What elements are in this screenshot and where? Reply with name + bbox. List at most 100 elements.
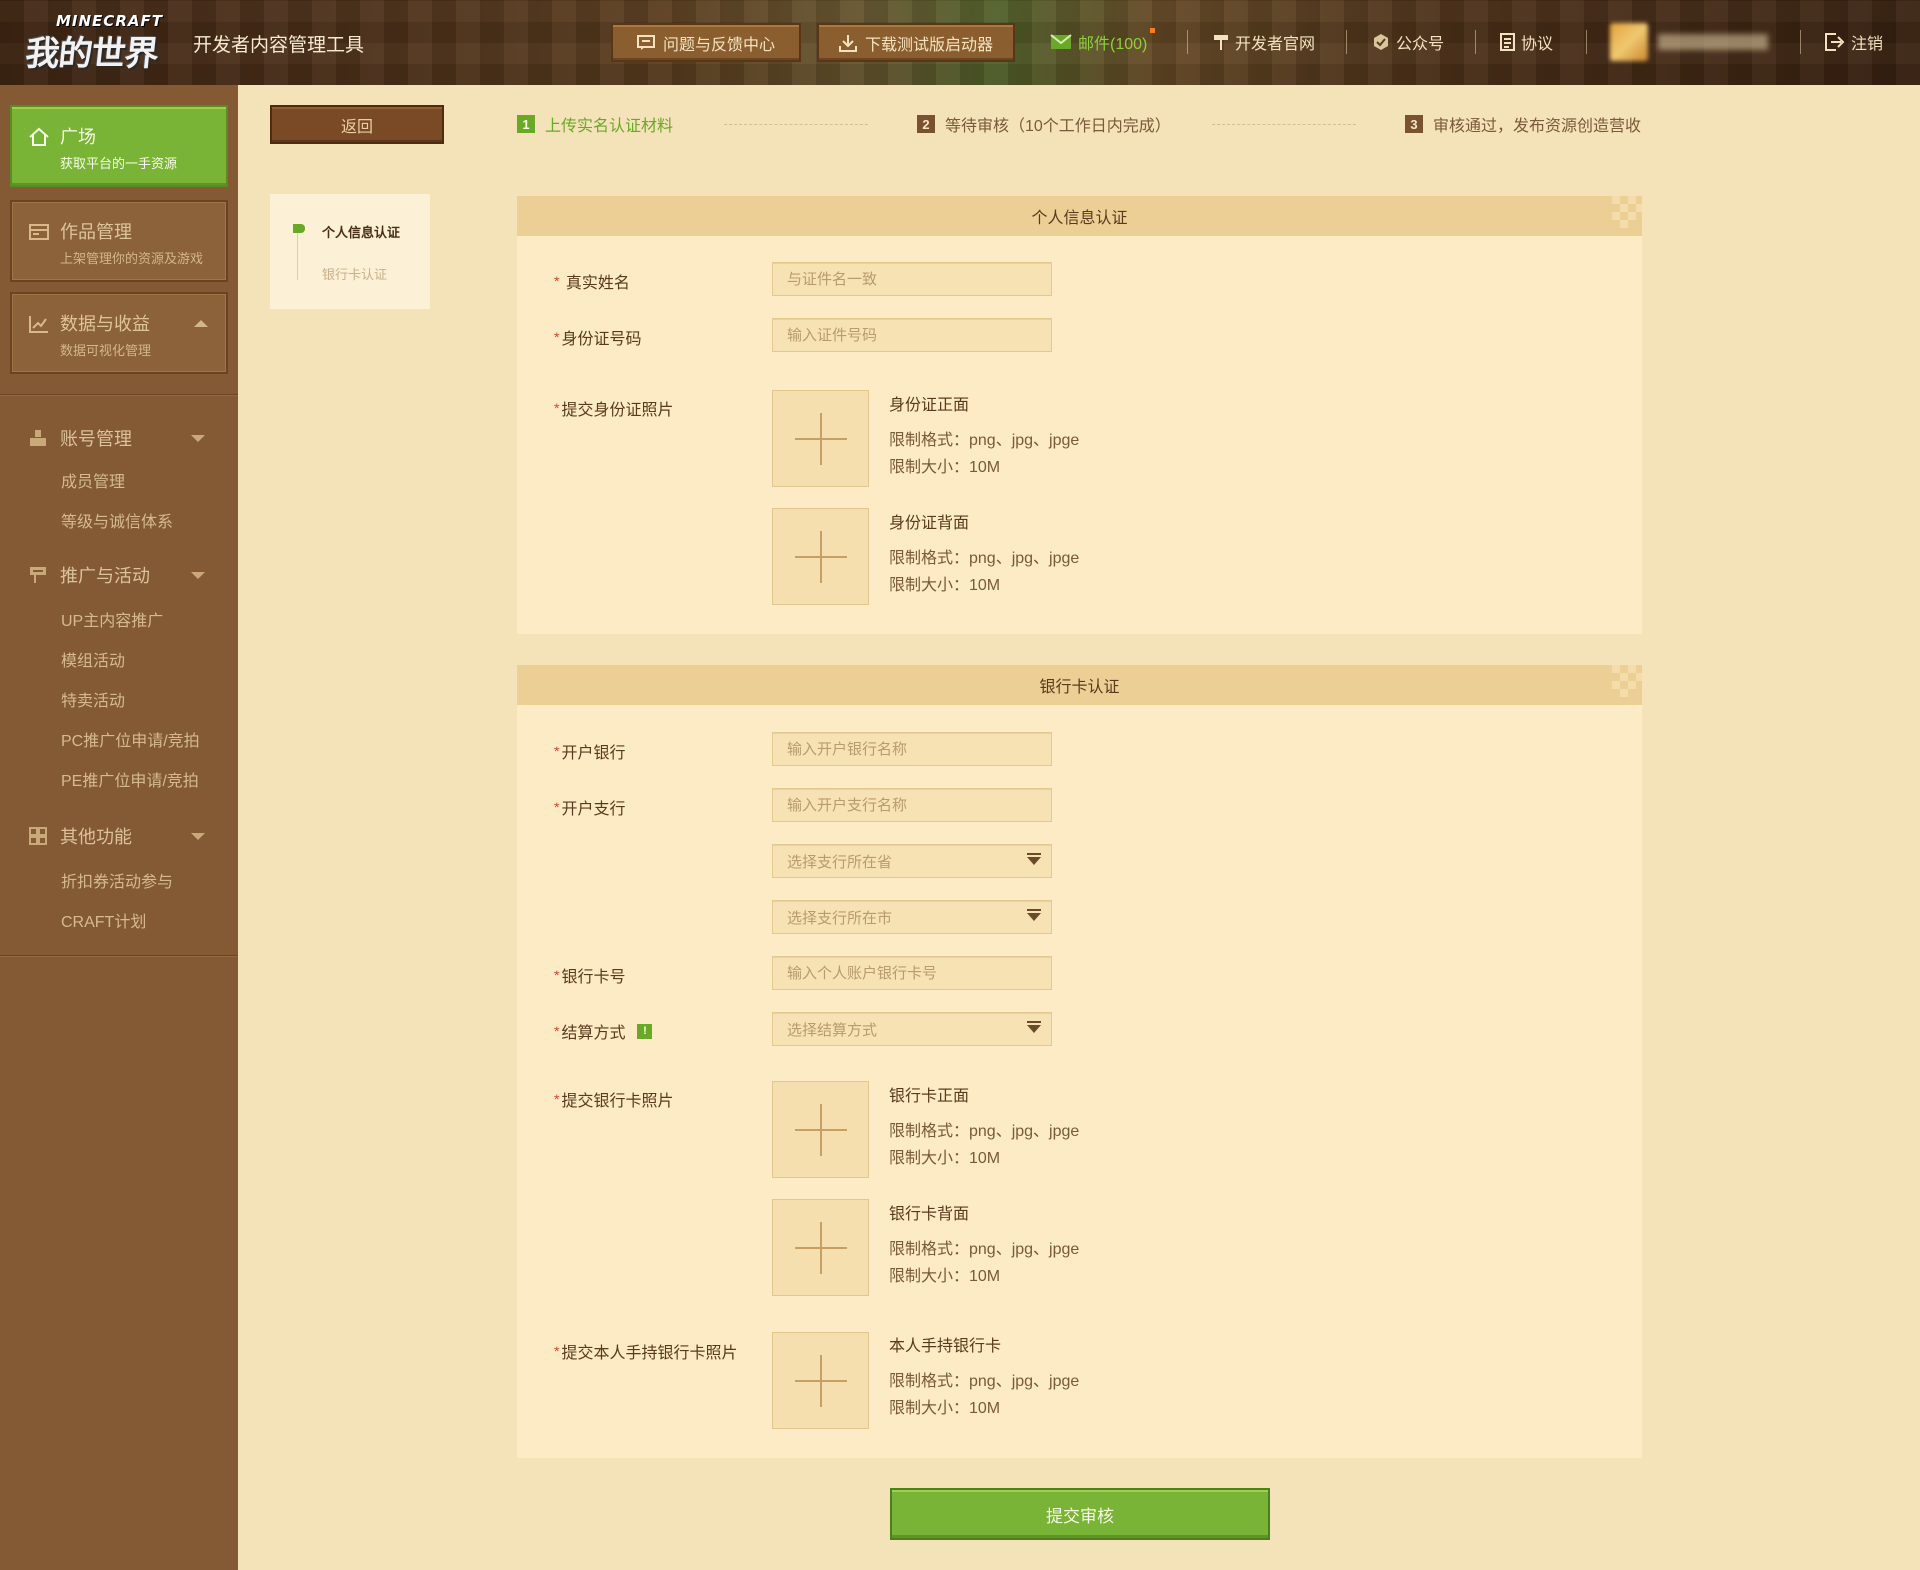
divider <box>1800 30 1801 54</box>
step-1: 1 上传实名认证材料 <box>517 112 673 136</box>
required-mark: * <box>554 967 560 983</box>
bank-name-input[interactable] <box>772 732 1052 766</box>
card-number-input[interactable] <box>772 956 1052 990</box>
chevron-down-icon[interactable] <box>191 435 205 442</box>
anchor-personal[interactable]: 个人信息认证 <box>322 222 400 241</box>
group-label: 其他功能 <box>60 827 132 847</box>
card-front-info: 银行卡正面 限制格式：png、jpg、jpge 限制大小：10M <box>889 1083 1079 1172</box>
logo-title: 我的世界 <box>23 34 160 74</box>
sidebar-item-desc: 上架管理你的资源及游戏 <box>60 251 204 266</box>
real-name-input[interactable] <box>772 262 1052 296</box>
card-photo-label: * 提交银行卡照片 <box>554 1087 673 1111</box>
chat-icon <box>636 34 655 50</box>
download-icon <box>838 34 857 52</box>
branch-input[interactable] <box>772 788 1052 822</box>
sidebar-group-other[interactable]: 其他功能 <box>28 823 132 849</box>
billboard-icon <box>28 565 48 585</box>
field-label: 提交身份证照片 <box>561 402 674 419</box>
upload-format: 限制格式：png、jpg、jpge <box>889 1373 1080 1390</box>
step-3: 3 审核通过，发布资源创造营收 <box>1405 112 1641 136</box>
chevron-down-icon[interactable] <box>191 572 205 579</box>
user-profile[interactable] <box>1610 22 1780 62</box>
logout-icon <box>1825 33 1845 51</box>
sidebar-item-up-promotion[interactable]: UP主内容推广 <box>61 607 163 631</box>
upload-format: 限制格式：png、jpg、jpge <box>889 432 1080 449</box>
sidebar-item-craft-plan[interactable]: CRAFT计划 <box>61 908 146 932</box>
active-marker-icon <box>293 224 305 233</box>
sidebar-item-data[interactable]: 数据与收益 数据可视化管理 <box>10 292 228 374</box>
wechat-label: 公众号 <box>1396 36 1445 53</box>
sidebar-item-members[interactable]: 成员管理 <box>61 468 125 492</box>
id-photo-label: * 提交身份证照片 <box>554 396 673 420</box>
settlement-select[interactable]: 选择结算方式 <box>772 1012 1052 1046</box>
settlement-label: * 结算方式 ! <box>554 1019 653 1043</box>
sidebar-item-works[interactable]: 作品管理 上架管理你的资源及游戏 <box>10 200 228 282</box>
id-number-input[interactable] <box>772 318 1052 352</box>
logout-link[interactable]: 注销 <box>1825 30 1883 54</box>
card-back-upload[interactable] <box>772 1199 869 1296</box>
id-front-upload[interactable] <box>772 390 869 487</box>
mail-link[interactable]: 邮件(100) <box>1050 28 1156 54</box>
minecraft-logo[interactable]: MINECRAFT 我的世界 <box>23 12 176 74</box>
field-label: 提交本人手持银行卡照片 <box>561 1345 738 1362</box>
anchor-track <box>297 228 298 280</box>
sidebar-group-promotion[interactable]: 推广与活动 <box>28 562 150 588</box>
dropdown-arrow-icon <box>1027 909 1041 921</box>
city-select[interactable]: 选择支行所在市 <box>772 900 1052 934</box>
upload-format: 限制格式：png、jpg、jpge <box>889 1123 1080 1140</box>
chart-icon <box>28 314 50 334</box>
anchor-bank[interactable]: 银行卡认证 <box>322 264 387 283</box>
top-bar: MINECRAFT 我的世界 开发者内容管理工具 问题与反馈中心 下载测试版启动… <box>0 0 1920 85</box>
id-number-label: * 身份证号码 <box>554 325 641 349</box>
progress-steps: 1 上传实名认证材料 2 等待审核（10个工作日内完成） 3 审核通过，发布资源… <box>0 112 1920 138</box>
sidebar-item-label: 作品管理 <box>60 222 132 242</box>
card-front-upload[interactable] <box>772 1081 869 1178</box>
user-name-blurred <box>1658 34 1768 50</box>
field-label: 开户银行 <box>561 745 626 762</box>
sidebar-item-label: 数据与收益 <box>60 314 150 334</box>
download-launcher-button[interactable]: 下载测试版启动器 <box>817 23 1015 62</box>
account-icon <box>28 428 48 448</box>
step-number: 3 <box>1405 115 1423 133</box>
collapse-caret-icon[interactable] <box>194 320 208 327</box>
chevron-down-icon[interactable] <box>191 833 205 840</box>
upload-size: 限制大小：10M <box>889 1400 1001 1417</box>
required-mark: * <box>554 400 560 416</box>
upload-format: 限制格式：png、jpg、jpge <box>889 550 1080 567</box>
card-back-info: 银行卡背面 限制格式：png、jpg、jpge 限制大小：10M <box>889 1201 1079 1290</box>
sidebar-item-levels[interactable]: 等级与诚信体系 <box>61 508 173 532</box>
app-title: 开发者内容管理工具 <box>193 35 365 56</box>
sidebar-item-sale-events[interactable]: 特卖活动 <box>61 687 125 711</box>
field-label: 身份证号码 <box>561 331 642 348</box>
upload-title: 银行卡正面 <box>889 1088 970 1105</box>
id-back-upload[interactable] <box>772 508 869 605</box>
sidebar-item-pc-slots[interactable]: PC推广位申请/竞拍 <box>61 727 200 751</box>
section-anchor-nav: 个人信息认证 银行卡认证 <box>270 194 430 309</box>
card-number-label: * 银行卡号 <box>554 963 625 987</box>
hand-card-upload[interactable] <box>772 1332 869 1429</box>
plus-icon-bar <box>795 438 847 440</box>
required-mark: * <box>554 799 560 815</box>
field-label: 结算方式 <box>561 1025 626 1042</box>
real-name-label: * 真实姓名 <box>554 269 630 293</box>
sidebar-item-pe-slots[interactable]: PE推广位申请/竞拍 <box>61 767 199 791</box>
protocol-link[interactable]: 协议 <box>1500 30 1553 54</box>
plus-icon-bar <box>795 1129 847 1131</box>
sidebar-item-mod-events[interactable]: 模组活动 <box>61 647 125 671</box>
upload-title: 本人手持银行卡 <box>889 1338 1002 1355</box>
upload-size: 限制大小：10M <box>889 577 1001 594</box>
wechat-link[interactable]: 公众号 <box>1372 30 1444 54</box>
panel-title: 个人信息认证 <box>517 196 1642 236</box>
protocol-label: 协议 <box>1521 36 1554 53</box>
submit-review-button[interactable]: 提交审核 <box>890 1488 1270 1540</box>
info-hint-icon[interactable]: ! <box>637 1023 653 1039</box>
dev-site-link[interactable]: 开发者官网 <box>1213 30 1315 54</box>
province-select[interactable]: 选择支行所在省 <box>772 844 1052 878</box>
plus-icon-bar <box>795 556 847 558</box>
document-icon <box>1500 33 1515 51</box>
folder-icon <box>28 222 50 242</box>
feedback-button[interactable]: 问题与反馈中心 <box>611 23 801 62</box>
sidebar-item-coupons[interactable]: 折扣券活动参与 <box>61 868 173 892</box>
mail-icon <box>1050 34 1072 49</box>
sidebar-group-account[interactable]: 账号管理 <box>28 425 132 451</box>
